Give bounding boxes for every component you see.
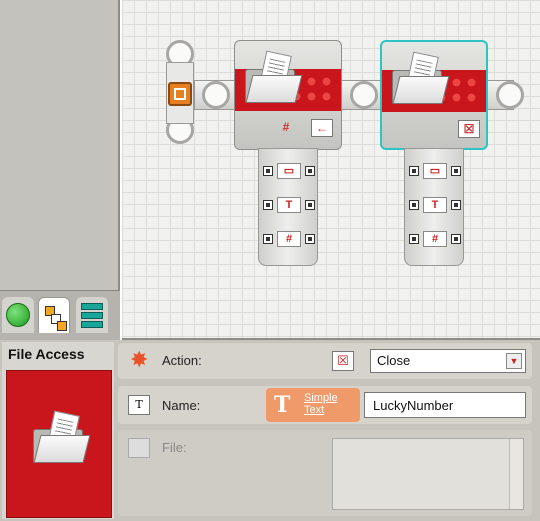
file-access-block-selected[interactable]: ☒ <box>380 40 488 150</box>
block-info: File Access <box>2 342 114 519</box>
number-plug[interactable]: # <box>409 231 461 247</box>
start-icon <box>168 82 192 106</box>
number-icon: # <box>277 231 301 247</box>
palette-tabs <box>0 290 120 340</box>
action-row: ✸ Action: ☒ Close ▼ <box>118 343 532 379</box>
data-hub[interactable]: ▭ T # <box>258 148 318 266</box>
text-icon: T <box>277 197 301 213</box>
number-icon: # <box>423 231 447 247</box>
action-value: Close <box>377 353 411 368</box>
text-t-icon: T <box>274 392 291 418</box>
action-label: Action: <box>162 353 202 368</box>
folder-icon: ▭ <box>277 163 301 179</box>
beam-ring <box>202 81 230 109</box>
name-input[interactable] <box>364 392 526 418</box>
close-file-icon: ☒ <box>332 351 354 371</box>
data-hub[interactable]: ▭ T # <box>404 148 464 266</box>
program-canvas[interactable]: # ← ▭ T # ☒ ▭ T # <box>122 0 540 340</box>
simple-text-source[interactable]: T Simple Text <box>266 388 360 422</box>
filename-plug[interactable]: ▭ <box>409 163 461 179</box>
star-burst-icon: ✸ <box>130 347 149 372</box>
beam-ring <box>496 81 524 109</box>
text-plug[interactable]: T <box>409 197 461 213</box>
block-palette <box>0 0 120 340</box>
text-tag-icon: T <box>128 395 150 415</box>
folder-icon <box>128 438 150 458</box>
block-title: File Access <box>8 346 85 362</box>
name-label: Name: <box>162 398 201 413</box>
green-circle-icon <box>6 303 30 327</box>
folder-icon <box>245 50 303 103</box>
file-list[interactable] <box>332 438 524 510</box>
name-row: T Name: T Simple Text <box>118 386 532 424</box>
text-plug[interactable]: T <box>263 197 315 213</box>
close-file-icon: ☒ <box>458 120 480 138</box>
beam-ring <box>350 81 378 109</box>
folder-icon <box>392 51 450 104</box>
folder-icon <box>33 410 91 463</box>
folder-icon: ▭ <box>423 163 447 179</box>
file-access-block-image <box>6 370 112 518</box>
configuration-panel: File Access ✸ Action: ☒ Close ▼ T Name: … <box>0 340 540 521</box>
chevron-down-icon[interactable]: ▼ <box>506 353 522 369</box>
file-list-scrollbar[interactable] <box>509 439 523 509</box>
number-sign-icon: # <box>282 120 290 134</box>
text-icon: T <box>423 197 447 213</box>
number-plug[interactable]: # <box>263 231 315 247</box>
action-dropdown[interactable]: Close ▼ <box>370 349 526 373</box>
file-label: File: <box>162 440 187 455</box>
simple-text-link[interactable]: Simple Text <box>304 392 354 416</box>
filename-plug[interactable]: ▭ <box>263 163 315 179</box>
file-access-block[interactable]: # ← <box>234 40 342 150</box>
file-row: File: <box>118 430 532 516</box>
write-file-icon: ← <box>311 119 333 137</box>
custom-palette-tab[interactable] <box>76 297 108 333</box>
common-palette-tab[interactable] <box>2 297 34 333</box>
complete-palette-tab[interactable] <box>38 297 70 333</box>
